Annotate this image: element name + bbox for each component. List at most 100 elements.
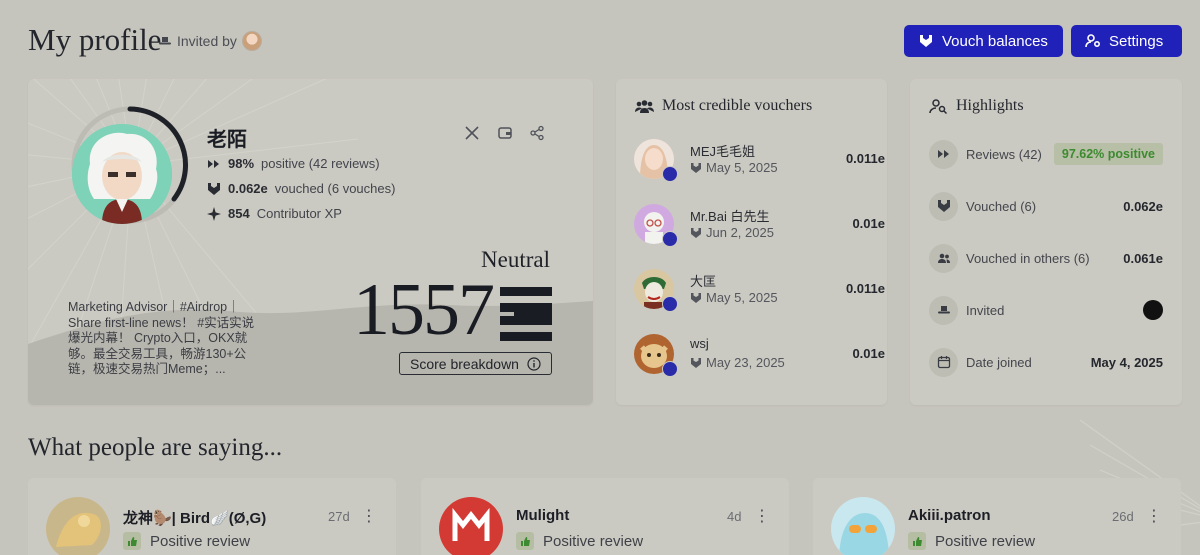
voucher-amount: 0.01e [852, 346, 885, 361]
wallet-icon[interactable] [497, 125, 513, 141]
people-icon [929, 243, 958, 273]
user-search-icon [929, 99, 948, 114]
voucher-amount: 0.01e [852, 216, 885, 231]
review-time: 26d [1112, 509, 1134, 524]
voucher-date: May 5, 2025 [690, 160, 778, 175]
highlight-label: Vouched (6) [966, 198, 1037, 214]
voucher-row[interactable]: wsj May 23, 2025 0.01e [634, 334, 885, 378]
highlight-invited[interactable]: Invited [929, 295, 1163, 325]
xp-text: Contributor XP [256, 206, 342, 221]
voucher-date: May 23, 2025 [690, 355, 785, 370]
reviews-stat[interactable]: 98% positive (42 reviews) [207, 156, 380, 171]
vouch-shield-icon [208, 182, 220, 195]
vouchers-title: Most credible vouchers [635, 97, 812, 115]
vouched-amount: 0.062e [228, 181, 268, 196]
reviewer-avatar[interactable] [439, 497, 503, 555]
xp-amount: 854 [228, 206, 250, 221]
verified-badge-icon [662, 166, 678, 182]
review-icon [208, 159, 219, 168]
review-type: Positive review [516, 532, 643, 550]
voucher-name: 大匡 [690, 274, 717, 289]
score-breakdown-label: Score breakdown [410, 355, 519, 372]
highlights-card: Highlights Reviews (42) 97.62% positive … [910, 79, 1182, 405]
thumbs-up-icon [123, 532, 141, 550]
highlight-label: Vouched in others (6) [966, 250, 1090, 266]
user-gear-icon [1085, 34, 1101, 48]
profile-name: 老陌 [207, 129, 247, 151]
x-icon[interactable] [464, 125, 480, 141]
voucher-row[interactable]: Mr.Bai 白先生 Jun 2, 2025 0.01e [634, 204, 885, 248]
highlights-title: Highlights [929, 97, 1024, 115]
highlight-label: Reviews (42) [966, 146, 1042, 162]
positive-badge: 97.62% positive [1053, 143, 1163, 165]
reviewer-name[interactable]: Akiii.patron [908, 507, 991, 524]
hat-icon [929, 295, 958, 325]
voucher-row[interactable]: MEJ毛毛姐 May 5, 2025 0.011e [634, 139, 885, 183]
highlight-date-joined: Date joined May 4, 2025 [929, 347, 1163, 377]
inviter-badge-icon[interactable] [1143, 300, 1163, 320]
voucher-name: MEJ毛毛姐 [690, 144, 756, 159]
highlight-vouched[interactable]: Vouched (6) 0.062e [929, 191, 1163, 221]
reviews-section-title: What people are saying... [28, 434, 283, 461]
score-breakdown-button[interactable]: Score breakdown [399, 352, 552, 375]
highlight-label: Date joined [966, 354, 1032, 370]
more-options-icon[interactable]: ⋮ [754, 506, 770, 526]
vouch-small-icon [691, 162, 701, 173]
people-group-icon [635, 100, 654, 113]
info-icon [527, 356, 541, 371]
voucher-name: wsj [690, 336, 709, 351]
vouch-balances-button[interactable]: Vouch balances [904, 25, 1063, 57]
reviewer-avatar[interactable] [46, 497, 110, 555]
highlight-reviews[interactable]: Reviews (42) 97.62% positive [929, 139, 1163, 169]
vouch-shield-icon [929, 191, 958, 221]
settings-button[interactable]: Settings [1071, 25, 1182, 57]
inviter-avatar[interactable] [241, 31, 262, 51]
score-logo-icon [500, 287, 552, 341]
more-options-icon[interactable]: ⋮ [1146, 506, 1162, 526]
vouch-small-icon [691, 357, 701, 368]
review-card[interactable]: Mulight 4d ⋮ Positive review [421, 478, 789, 555]
reviewer-name[interactable]: Mulight [516, 507, 569, 524]
vouch-small-icon [691, 227, 701, 238]
more-options-icon[interactable]: ⋮ [361, 506, 377, 526]
highlight-label: Invited [966, 302, 1005, 318]
hat-icon [159, 37, 171, 45]
verified-badge-icon [662, 361, 678, 377]
thumbs-up-icon [516, 532, 534, 550]
review-type: Positive review [908, 532, 1035, 550]
vouched-text: vouched (6 vouches) [274, 181, 396, 196]
positive-text: positive (42 reviews) [261, 156, 380, 171]
invited-by[interactable]: Invited by [158, 31, 262, 51]
calendar-icon [929, 347, 958, 377]
review-icon [929, 139, 958, 169]
xp-stat: 854 Contributor XP [207, 206, 342, 221]
highlight-value: 0.062e [1123, 198, 1163, 214]
verified-badge-icon [662, 231, 678, 247]
highlight-value: 0.061e [1123, 250, 1163, 266]
vouchers-card: Most credible vouchers MEJ毛毛姐 May 5, 202… [616, 79, 887, 405]
positive-percent: 98% [228, 156, 255, 171]
vouched-stat[interactable]: 0.062e vouched (6 vouches) [207, 181, 395, 196]
highlight-value: May 4, 2025 [1090, 354, 1163, 370]
reviewer-name[interactable]: 龙神🦫| Bird🪽(Ø,G) [123, 507, 266, 528]
voucher-row[interactable]: 大匡 May 5, 2025 0.011e [634, 269, 885, 313]
profile-avatar[interactable] [72, 124, 172, 224]
reviewer-avatar[interactable] [831, 497, 895, 555]
share-icon[interactable] [529, 125, 545, 141]
review-card[interactable]: Akiii.patron 26d ⋮ Positive review [813, 478, 1181, 555]
voucher-date: May 5, 2025 [690, 290, 778, 305]
highlights-title-text: Highlights [956, 97, 1024, 114]
review-type: Positive review [123, 532, 250, 550]
voucher-name: Mr.Bai 白先生 [690, 209, 770, 224]
settings-label: Settings [1109, 32, 1164, 50]
vouchers-title-text: Most credible vouchers [662, 97, 813, 114]
page-title: My profile [28, 22, 162, 57]
review-card[interactable]: 龙神🦫| Bird🪽(Ø,G) 27d ⋮ Positive review [28, 478, 396, 555]
highlight-vouched-others[interactable]: Vouched in others (6) 0.061e [929, 243, 1163, 273]
credibility-score: 1557 [353, 269, 495, 351]
voucher-amount: 0.011e [845, 281, 885, 296]
profile-bio: Marketing Advisor｜#Airdrop｜Share first-l… [68, 300, 255, 376]
vouch-balances-label: Vouch balances [942, 32, 1048, 50]
sparkle-icon [207, 206, 221, 221]
vouch-icon [920, 35, 932, 47]
